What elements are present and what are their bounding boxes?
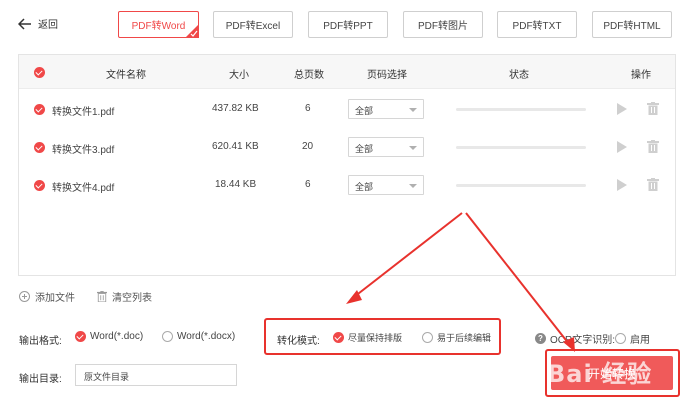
arrow-left-icon [18, 17, 31, 30]
top-toolbar: 返回 PDF转Word PDF转Excel PDF转PPT PDF转图片 PDF… [0, 0, 694, 48]
add-file-button[interactable]: 添加文件 [19, 289, 75, 304]
radio-checked-icon [75, 331, 86, 342]
selected-check-corner-icon [185, 24, 199, 38]
tab-pdf-to-html[interactable]: PDF转HTML [592, 11, 672, 38]
trash-icon[interactable] [647, 140, 659, 153]
tab-label: PDF转HTML [603, 21, 661, 32]
column-header-actions: 操作 [631, 70, 651, 81]
column-header-size: 大小 [229, 70, 249, 81]
tab-pdf-to-image[interactable]: PDF转图片 [403, 11, 483, 38]
clear-list-label: 清空列表 [112, 293, 152, 304]
back-label: 返回 [38, 20, 58, 31]
table-header: 文件名称 大小 总页数 页码选择 状态 操作 [19, 55, 675, 89]
play-icon[interactable] [617, 141, 627, 153]
radio-unchecked-icon [162, 331, 173, 342]
add-file-label: 添加文件 [35, 293, 75, 304]
format-option-doc[interactable]: Word(*.doc) [75, 331, 143, 342]
clear-list-button[interactable]: 清空列表 [97, 289, 152, 304]
tab-pdf-to-ppt[interactable]: PDF转PPT [308, 11, 388, 38]
column-header-name: 文件名称 [106, 70, 146, 81]
tab-label: PDF转PPT [323, 21, 373, 32]
start-convert-button[interactable]: 开始转换 [551, 356, 673, 390]
chevron-down-icon [409, 184, 417, 188]
status-progress-bar [456, 184, 586, 187]
file-size: 437.82 KB [212, 103, 259, 114]
file-table: 文件名称 大小 总页数 页码选择 状态 操作 转换文件1.pdf 437.82 … [18, 54, 676, 276]
tab-pdf-to-txt[interactable]: PDF转TXT [497, 11, 577, 38]
plus-circle-icon [19, 291, 30, 302]
back-button[interactable]: 返回 [18, 16, 58, 31]
mode-option-keep-layout[interactable]: 尽量保持排版 [333, 331, 402, 344]
column-header-pages: 总页数 [294, 70, 324, 81]
file-name: 转换文件3.pdf [52, 145, 115, 156]
file-size: 620.41 KB [212, 141, 259, 152]
page-select-value: 全部 [355, 106, 374, 116]
tab-pdf-to-excel[interactable]: PDF转Excel [213, 11, 293, 38]
column-header-page-select: 页码选择 [367, 70, 407, 81]
file-name: 转换文件1.pdf [52, 107, 115, 118]
file-size: 18.44 KB [215, 179, 257, 190]
mode-option-label: 尽量保持排版 [348, 333, 403, 343]
tab-label: PDF转Word [131, 21, 186, 32]
radio-unchecked-icon [615, 333, 626, 344]
page-select-value: 全部 [355, 144, 374, 154]
status-progress-bar [456, 108, 586, 111]
chevron-down-icon [409, 146, 417, 150]
page-count: 6 [305, 179, 311, 190]
row-checkbox[interactable] [34, 142, 45, 153]
row-checkbox[interactable] [34, 180, 45, 191]
ocr-label: OCR文字识别: [550, 335, 615, 346]
page-count: 20 [302, 141, 314, 152]
ocr-enable-option[interactable]: 启用 [615, 331, 650, 346]
chevron-down-icon [409, 108, 417, 112]
radio-unchecked-icon [422, 332, 433, 343]
trash-icon[interactable] [647, 178, 659, 191]
page-select-dropdown[interactable]: 全部 [348, 175, 424, 195]
table-row: 转换文件3.pdf 620.41 KB 20 全部 [19, 128, 675, 166]
ocr-enable-label: 启用 [630, 335, 650, 346]
ocr-setting: ? OCR文字识别: [535, 331, 615, 346]
play-icon[interactable] [617, 179, 627, 191]
trash-icon[interactable] [647, 102, 659, 115]
output-format-label: 输出格式: [19, 336, 62, 347]
page-select-value: 全部 [355, 182, 374, 192]
select-all-checkbox[interactable] [34, 67, 45, 78]
status-progress-bar [456, 146, 586, 149]
format-option-label: Word(*.docx) [177, 331, 236, 342]
row-checkbox[interactable] [34, 104, 45, 115]
mode-option-label: 易于后续编辑 [437, 333, 492, 343]
format-option-docx[interactable]: Word(*.docx) [162, 331, 235, 342]
trash-icon [97, 291, 107, 302]
tab-label: PDF转Excel [225, 21, 281, 32]
conversion-mode-label: 转化模式: [277, 336, 320, 347]
start-convert-label: 开始转换 [587, 366, 636, 381]
arrowhead-left-icon [346, 290, 362, 304]
output-dir-label: 输出目录: [19, 374, 62, 385]
radio-checked-icon [333, 332, 344, 343]
chevron-down-icon [84, 374, 92, 378]
table-row: 转换文件4.pdf 18.44 KB 6 全部 [19, 166, 675, 204]
table-row: 转换文件1.pdf 437.82 KB 6 全部 [19, 90, 675, 128]
mode-option-easy-edit[interactable]: 易于后续编辑 [422, 331, 491, 344]
file-name: 转换文件4.pdf [52, 183, 115, 194]
tab-label: PDF转TXT [512, 21, 562, 32]
help-icon[interactable]: ? [535, 333, 546, 344]
tab-label: PDF转图片 [418, 21, 468, 32]
page-count: 6 [305, 103, 311, 114]
page-select-dropdown[interactable]: 全部 [348, 99, 424, 119]
column-header-status: 状态 [509, 70, 529, 81]
output-dir-dropdown[interactable]: 原文件目录 [75, 364, 237, 386]
page-select-dropdown[interactable]: 全部 [348, 137, 424, 157]
play-icon[interactable] [617, 103, 627, 115]
tab-pdf-to-word[interactable]: PDF转Word [118, 11, 199, 38]
format-option-label: Word(*.doc) [90, 331, 144, 342]
